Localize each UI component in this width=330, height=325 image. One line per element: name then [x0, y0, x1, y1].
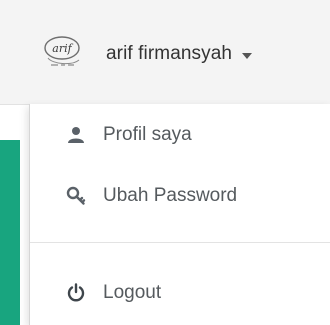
menu-divider	[30, 242, 330, 243]
svg-text:arif: arif	[52, 42, 73, 55]
user-menu-toggle[interactable]: arif arif firmansyah	[42, 30, 253, 78]
menu-item-label: Ubah Password	[103, 185, 238, 206]
menu-item-profile[interactable]: Profil saya	[30, 113, 330, 157]
power-icon	[65, 282, 87, 304]
user-dropdown-menu: Profil saya Ubah Password Logout	[29, 104, 330, 325]
avatar: arif	[44, 36, 80, 66]
menu-item-label: Logout	[103, 282, 162, 303]
menu-item-change-password[interactable]: Ubah Password	[30, 174, 330, 218]
caret-down-icon	[242, 52, 253, 59]
sidebar-accent-strip	[0, 140, 20, 325]
user-name: arif firmansyah	[106, 43, 233, 64]
key-icon	[65, 185, 87, 207]
user-icon	[65, 124, 87, 146]
menu-item-label: Profil saya	[103, 124, 192, 145]
top-navbar: arif arif firmansyah	[0, 0, 330, 105]
menu-item-logout[interactable]: Logout	[30, 271, 330, 315]
